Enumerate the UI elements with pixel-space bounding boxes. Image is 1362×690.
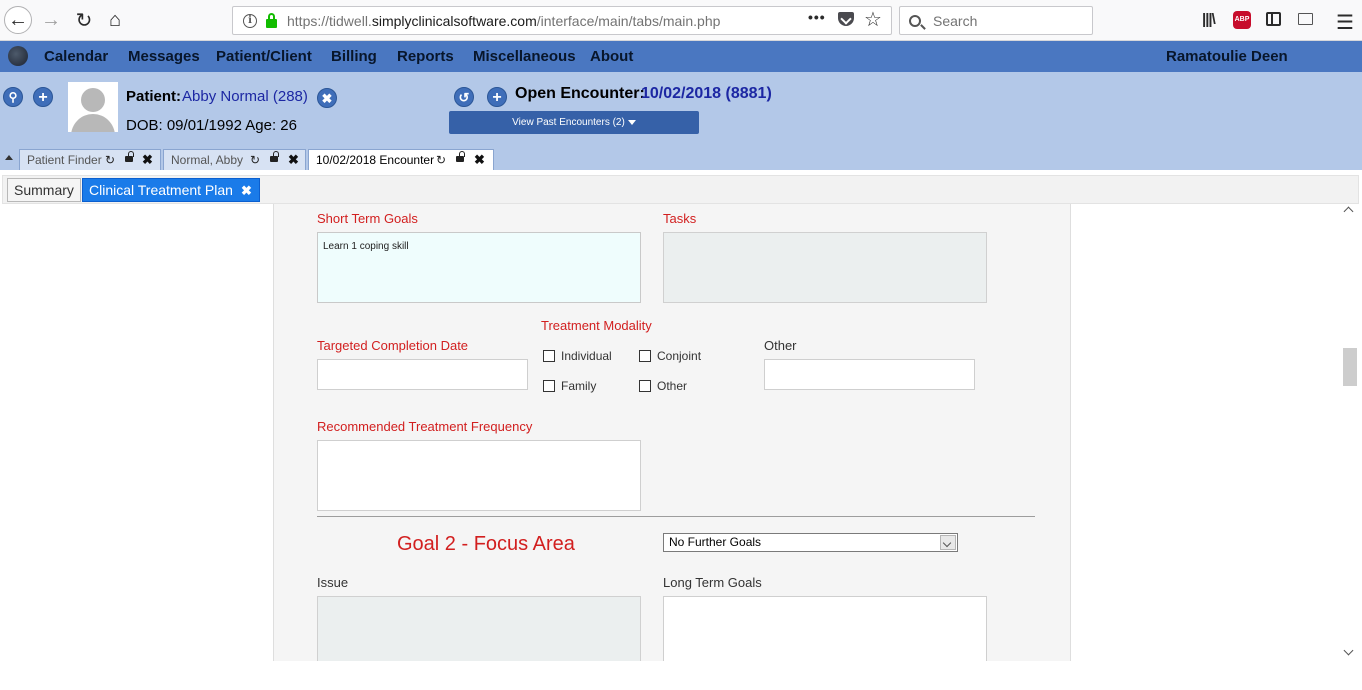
tasks-textarea xyxy=(663,232,987,303)
targeted-completion-label: Targeted Completion Date xyxy=(317,338,469,353)
content-area: Short Term Goals Learn 1 coping skill Ta… xyxy=(0,204,1362,661)
conjoint-label: Conjoint xyxy=(657,349,702,363)
short-term-goals-label: Short Term Goals xyxy=(317,211,418,226)
home-icon[interactable]: ⌂ xyxy=(101,6,129,34)
encounter-link[interactable]: 10/02/2018 (8881) xyxy=(641,85,772,103)
individual-checkbox[interactable] xyxy=(543,350,555,362)
unlock-icon[interactable] xyxy=(125,151,134,162)
family-checkbox[interactable] xyxy=(543,380,555,392)
other-modality-checkbox[interactable] xyxy=(639,380,651,392)
tab-encounter[interactable]: 10/02/2018 Encounter ↻ ✖ xyxy=(308,149,494,171)
close-patient-icon[interactable]: ✖ xyxy=(317,88,337,108)
tab-normal-abby[interactable]: Normal, Abby ↻ ✖ xyxy=(163,149,306,170)
scroll-up-icon[interactable] xyxy=(1343,206,1354,217)
issue-textarea xyxy=(317,596,641,661)
avatar xyxy=(68,82,118,132)
page-actions-icon[interactable]: ••• xyxy=(808,9,826,25)
tasks-label: Tasks xyxy=(663,211,697,226)
library-icon[interactable]: |||\ xyxy=(1202,11,1216,28)
other-modality-label: Other xyxy=(657,379,688,393)
menu-miscellaneous[interactable]: Miscellaneous xyxy=(473,48,576,65)
close-icon[interactable]: ✖ xyxy=(474,150,485,170)
further-goals-select[interactable]: No Further Goals xyxy=(663,533,958,552)
add-encounter-icon[interactable]: + xyxy=(487,87,507,107)
info-icon[interactable]: i xyxy=(243,13,257,28)
search-patient-icon[interactable]: ⚲ xyxy=(3,87,23,107)
patient-label: Patient: xyxy=(126,88,182,105)
search-icon xyxy=(909,14,921,27)
issue-label: Issue xyxy=(317,575,349,590)
bookmark-star-icon[interactable]: ☆ xyxy=(864,7,882,32)
sidebar-icon[interactable] xyxy=(1266,12,1281,26)
browser-toolbar: ← → ↻ ⌂ i https://tidwell.simplyclinical… xyxy=(0,0,1362,41)
app-logo-icon[interactable] xyxy=(8,46,28,66)
short-term-goals-textarea[interactable]: Learn 1 coping skill xyxy=(317,232,641,303)
patient-header: ⚲ + Patient: Abby Normal (288) ✖ DOB: 09… xyxy=(0,72,1362,171)
back-arrow-icon[interactable]: ← xyxy=(4,6,32,34)
close-icon[interactable]: ✖ xyxy=(241,180,252,202)
chevron-down-icon xyxy=(627,119,636,125)
section-divider xyxy=(317,516,1035,517)
menu-calendar[interactable]: Calendar xyxy=(44,48,108,65)
close-icon[interactable]: ✖ xyxy=(288,150,299,170)
browser-search-input[interactable]: Search xyxy=(899,6,1093,35)
encounter-history-icon[interactable]: ↺ xyxy=(454,87,474,107)
tab-clinical-treatment-plan[interactable]: Clinical Treatment Plan ✖ xyxy=(82,178,260,202)
encounter-label: Open Encounter: xyxy=(515,85,645,102)
hamburger-menu-icon[interactable]: ☰ xyxy=(1336,10,1354,35)
frequency-textarea[interactable] xyxy=(317,440,641,511)
refresh-icon[interactable]: ↻ xyxy=(105,150,115,170)
lock-icon xyxy=(266,12,277,28)
menu-billing[interactable]: Billing xyxy=(331,48,377,65)
goal-2-title: Goal 2 - Focus Area xyxy=(397,533,575,555)
collapse-arrow-icon[interactable] xyxy=(5,155,13,160)
unlock-icon[interactable] xyxy=(270,151,279,162)
close-icon[interactable]: ✖ xyxy=(142,150,153,170)
family-label: Family xyxy=(561,379,597,393)
tab-summary[interactable]: Summary xyxy=(7,178,81,202)
targeted-completion-input[interactable] xyxy=(317,359,528,390)
other-input[interactable] xyxy=(764,359,975,390)
tab-patient-finder[interactable]: Patient Finder ↻ ✖ xyxy=(19,149,161,170)
unlock-icon[interactable] xyxy=(456,151,465,162)
user-menu[interactable]: Ramatoulie Deen xyxy=(1166,48,1288,65)
url-bar[interactable]: i https://tidwell.simplyclinicalsoftware… xyxy=(232,6,892,35)
view-past-encounters-button[interactable]: View Past Encounters (2) xyxy=(449,111,699,134)
add-patient-icon[interactable]: + xyxy=(33,87,53,107)
menu-messages[interactable]: Messages xyxy=(128,48,200,65)
chevron-down-icon[interactable] xyxy=(940,535,956,550)
conjoint-checkbox[interactable] xyxy=(639,350,651,362)
url-text: https://tidwell.simplyclinicalsoftware.c… xyxy=(287,12,721,29)
main-menubar: Calendar Messages Patient/Client Billing… xyxy=(0,41,1362,72)
patient-dob: DOB: 09/01/1992 Age: 26 xyxy=(126,117,297,134)
long-term-goals-textarea[interactable] xyxy=(663,596,987,661)
menu-patient-client[interactable]: Patient/Client xyxy=(216,48,312,65)
scroll-down-icon[interactable] xyxy=(1343,645,1354,656)
menu-about[interactable]: About xyxy=(590,48,633,65)
vertical-scrollbar[interactable] xyxy=(1341,204,1358,661)
refresh-icon[interactable]: ↻ xyxy=(436,150,446,170)
other-label: Other xyxy=(764,338,797,353)
refresh-icon[interactable]: ↻ xyxy=(250,150,260,170)
individual-label: Individual xyxy=(561,349,612,363)
menu-reports[interactable]: Reports xyxy=(397,48,454,65)
long-term-goals-label: Long Term Goals xyxy=(663,575,762,590)
treatment-modality-label: Treatment Modality xyxy=(541,318,652,333)
reload-icon[interactable]: ↻ xyxy=(70,6,98,34)
screenshot-icon[interactable] xyxy=(1298,13,1313,25)
forward-arrow-icon[interactable]: → xyxy=(37,6,65,34)
scroll-thumb[interactable] xyxy=(1343,348,1357,386)
patient-name-link[interactable]: Abby Normal (288) xyxy=(182,88,308,105)
sub-tab-bar: Summary Clinical Treatment Plan ✖ xyxy=(0,170,1362,204)
frequency-label: Recommended Treatment Frequency xyxy=(317,419,533,434)
adblock-icon[interactable]: ABP xyxy=(1233,11,1251,29)
